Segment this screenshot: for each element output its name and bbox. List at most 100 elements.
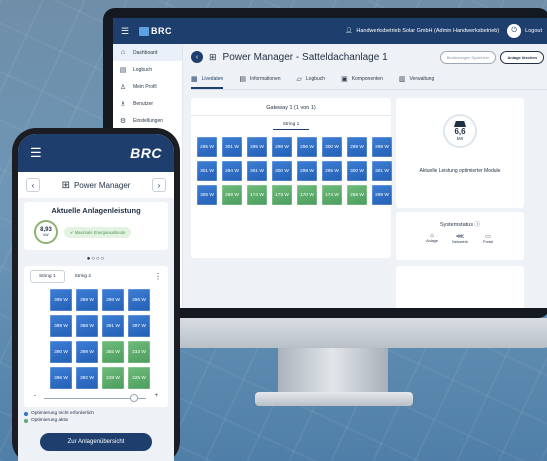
- solar-module[interactable]: 397 W: [128, 315, 150, 337]
- power-label: Aktuelle Leistung optimierter Module: [419, 168, 501, 174]
- tab-icon: ▤: [239, 76, 246, 83]
- card-title: Aktuelle Anlagenleistung: [51, 206, 141, 215]
- tab-string-2[interactable]: String 2: [67, 271, 100, 282]
- save-settings-button[interactable]: Bedienungen Speichern: [439, 50, 497, 64]
- tab-icon: ▦: [191, 76, 198, 83]
- back-button[interactable]: ‹: [191, 51, 203, 63]
- brand-logo: BRC: [130, 145, 162, 161]
- status-badge: ✔ Maximale Energieausbeute: [64, 226, 132, 238]
- solar-module[interactable]: 396 W: [50, 367, 72, 389]
- solar-panel-icon: [454, 121, 466, 127]
- sidebar-item-label: Dashboard: [133, 49, 158, 56]
- solar-module[interactable]: 295 W: [197, 137, 217, 157]
- module-grid: 295 W 301 W 295 W 298 W 296 W 300 W 299 W 298 W…: [191, 133, 392, 205]
- user-info[interactable]: 👤︎ Handwerksbetrieb Solar GmbH (Admin Han…: [345, 28, 499, 34]
- solar-module[interactable]: 398 W: [102, 289, 124, 311]
- optimization-slider[interactable]: - +: [34, 393, 158, 403]
- logout-button[interactable]: ⏻ Logout: [507, 24, 542, 38]
- sidebar-item-logbuch[interactable]: ▤ Logbuch: [113, 61, 182, 78]
- prev-button[interactable]: ‹: [26, 178, 40, 192]
- sidebar-item-label: Mein Profil: [133, 83, 157, 90]
- info-icon[interactable]: ⓘ: [475, 222, 481, 228]
- live-power-card: 6,6 kW Aktuelle Leistung optimierter Mod…: [396, 98, 524, 208]
- monitor-icon: ▭: [485, 234, 491, 240]
- tab-string-1[interactable]: String 1: [273, 122, 309, 130]
- solar-module[interactable]: 228 W: [102, 367, 124, 389]
- tab-livedaten[interactable]: ▦ Livedaten: [191, 75, 224, 89]
- solar-module[interactable]: 355 W: [102, 341, 124, 363]
- solar-module[interactable]: 300 W: [272, 161, 292, 181]
- solar-module[interactable]: 294 W: [222, 161, 242, 181]
- user-icon: 👤︎: [345, 28, 353, 34]
- solar-module[interactable]: 391 W: [102, 315, 124, 337]
- next-button[interactable]: ›: [152, 178, 166, 192]
- status-item-anlage[interactable]: ⌂ Anlage: [423, 233, 441, 244]
- pager-dots[interactable]: ●○○○: [18, 256, 174, 262]
- solar-module[interactable]: 170 W: [297, 185, 317, 205]
- phone-top-bar: ☰ BRC: [18, 134, 174, 172]
- monitor-stand: [278, 348, 388, 394]
- power-value: 6,6: [454, 127, 466, 136]
- tab-string-1[interactable]: String 1: [30, 270, 65, 283]
- network-icon: ⋘: [455, 234, 465, 240]
- solar-module[interactable]: 298 W: [272, 137, 292, 157]
- solar-module[interactable]: 296 W: [297, 137, 317, 157]
- tab-logbuch[interactable]: ▱ Logbuch: [297, 75, 326, 89]
- solar-module[interactable]: 301 W: [222, 137, 242, 157]
- solar-module[interactable]: 298 W: [297, 161, 317, 181]
- sidebar-item-benutzer[interactable]: ♗ Benutzer: [113, 95, 182, 112]
- solar-module[interactable]: 300 W: [322, 137, 342, 157]
- solar-module[interactable]: 305 W: [197, 185, 217, 205]
- tab-verwaltung[interactable]: ▥ Verwaltung: [399, 75, 434, 89]
- solar-module[interactable]: 174 W: [322, 185, 342, 205]
- solar-module[interactable]: 398 W: [76, 341, 98, 363]
- title-row: ‹ ⊞ Power Manager - Satteldachanlage 1 B…: [191, 44, 547, 70]
- solar-module[interactable]: 392 W: [76, 367, 98, 389]
- gateway-title: Gateway 1 (1 von 1): [191, 98, 391, 116]
- slider-thumb[interactable]: [130, 394, 139, 402]
- solar-module[interactable]: 295 W: [247, 137, 267, 157]
- page-title: Power Manager - Satteldachanlage 1: [222, 51, 388, 63]
- solar-module[interactable]: 389 W: [76, 289, 98, 311]
- solar-module[interactable]: 301 W: [247, 161, 267, 181]
- sidebar-item-mein-profil[interactable]: ♙ Mein Profil: [113, 78, 182, 95]
- solar-module[interactable]: 396 W: [128, 289, 150, 311]
- system-status-title: Systemstatus ⓘ: [439, 222, 481, 228]
- solar-module[interactable]: 390 W: [50, 341, 72, 363]
- solar-module[interactable]: 388 W: [76, 315, 98, 337]
- phone-screen: ☰ BRC ‹ ⊞ Power Manager › Aktuelle Anlage…: [18, 134, 174, 461]
- solar-module[interactable]: 173 W: [272, 185, 292, 205]
- delete-plant-button[interactable]: Anlage löschen: [500, 50, 544, 64]
- solar-module[interactable]: 301 W: [197, 161, 217, 181]
- hamburger-icon[interactable]: ☰: [121, 26, 133, 37]
- solar-module[interactable]: 395 W: [50, 289, 72, 311]
- sidebar-item-einstellungen[interactable]: ⚙ Einstellungen: [113, 112, 182, 129]
- solar-module[interactable]: 299 W: [347, 137, 367, 157]
- sidebar-item-label: Benutzer: [133, 100, 154, 107]
- status-item-portal[interactable]: ▭ Portal: [479, 233, 497, 244]
- book-icon: ▤: [119, 66, 127, 74]
- solar-module[interactable]: 301 W: [372, 161, 392, 181]
- slider-min-label: -: [34, 393, 36, 399]
- sidebar-item-dashboard[interactable]: ⌂ Dashboard: [113, 44, 182, 61]
- solar-module[interactable]: 298 W: [372, 137, 392, 157]
- tab-komponenten[interactable]: ▣ Komponenten: [341, 75, 383, 89]
- hamburger-icon[interactable]: ☰: [30, 145, 42, 161]
- lower-card: [396, 266, 524, 308]
- tab-informationen[interactable]: ▤ Informationen: [239, 75, 280, 89]
- system-status-card: Systemstatus ⓘ ⌂ Anlage ⋘ Netzwerk ▭ Portal: [396, 212, 524, 260]
- plant-overview-button[interactable]: Zur Anlagenübersicht: [40, 433, 152, 451]
- tab-icon: ▥: [398, 76, 406, 83]
- solar-module[interactable]: 233 W: [128, 341, 150, 363]
- status-item-netzwerk[interactable]: ⋘ Netzwerk: [451, 233, 469, 244]
- more-options-icon[interactable]: ⋮: [154, 272, 162, 281]
- solar-module[interactable]: 299 W: [372, 185, 392, 205]
- solar-module[interactable]: 269 W: [222, 185, 242, 205]
- solar-module[interactable]: 225 W: [128, 367, 150, 389]
- solar-module[interactable]: 295 W: [322, 161, 342, 181]
- solar-module[interactable]: 389 W: [50, 315, 72, 337]
- solar-module[interactable]: 258 W: [347, 185, 367, 205]
- solar-module[interactable]: 300 W: [347, 161, 367, 181]
- solar-module[interactable]: 174 W: [247, 185, 267, 205]
- power-gauge: 6,6 kW: [443, 114, 477, 148]
